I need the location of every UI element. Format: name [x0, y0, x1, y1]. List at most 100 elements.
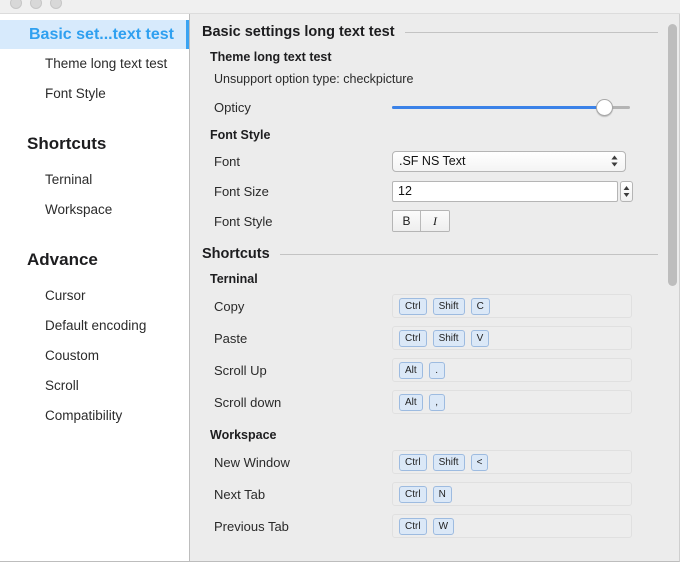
sidebar-item-basic-settings[interactable]: Basic set...text test	[0, 20, 189, 49]
shortcut-recorder[interactable]: Alt ,	[392, 390, 632, 414]
row-font-size: Font Size 12	[202, 180, 658, 202]
key-badge: ,	[428, 393, 445, 411]
sidebar-item-label: Workspace	[45, 202, 113, 217]
settings-content: Basic settings long text test Theme long…	[190, 14, 680, 562]
font-size-input[interactable]: 12	[392, 180, 618, 202]
window-titlebar	[0, 0, 680, 14]
key-badge: Ctrl	[399, 517, 427, 535]
opacity-label: Opticy	[214, 99, 251, 115]
sidebar-item-scroll[interactable]: Scroll	[0, 371, 189, 401]
slider-thumb[interactable]	[595, 98, 613, 116]
key-badge: Alt	[399, 393, 423, 411]
sidebar-item-cursor[interactable]: Cursor	[0, 281, 189, 311]
key-badge: Ctrl	[399, 329, 427, 347]
row-opacity: Opticy	[202, 96, 658, 118]
key-badge: V	[470, 329, 490, 347]
shortcuts-title: Shortcuts	[202, 246, 270, 262]
key-badge: <	[470, 453, 489, 471]
sidebar-item-terninal[interactable]: Terninal	[0, 165, 189, 195]
window-controls	[10, 0, 62, 9]
sidebar-item-label: Terninal	[45, 172, 93, 187]
preferences-window: Basic set...text test Theme long text te…	[0, 0, 680, 562]
slider-fill	[392, 105, 604, 109]
chevron-updown-icon	[610, 155, 619, 168]
font-style-label: Font Style	[214, 213, 273, 229]
scrollbar-thumb[interactable]	[668, 24, 677, 286]
shortcut-label: Previous Tab	[214, 518, 289, 534]
font-style-segmented-control[interactable]: B I	[392, 210, 450, 232]
font-size-stepper[interactable]	[620, 180, 633, 202]
shortcut-label: Next Tab	[214, 486, 266, 502]
sidebar-item-label: Coustom	[45, 348, 100, 363]
sidebar-item-label: Default encoding	[45, 318, 147, 333]
shortcut-label: Scroll Up	[214, 362, 267, 378]
row-shortcut-scroll-down: Scroll down Alt ,	[202, 390, 658, 414]
sidebar-item-label: Font Style	[45, 86, 106, 101]
key-badge: W	[432, 517, 455, 535]
sidebar-item-theme[interactable]: Theme long text test	[0, 49, 189, 79]
font-size-label: Font Size	[214, 183, 269, 199]
sidebar-item-default-encoding[interactable]: Default encoding	[0, 311, 189, 341]
row-shortcut-copy: Copy Ctrl Shift C	[202, 294, 658, 318]
font-size-control: 12	[392, 180, 633, 202]
sidebar-item-label: Cursor	[45, 288, 86, 303]
key-badge: Shift	[432, 453, 465, 471]
key-badge: Ctrl	[399, 453, 427, 471]
section-header-basic-settings: Basic settings long text test	[202, 24, 658, 40]
row-shortcut-new-window: New Window Ctrl Shift <	[202, 450, 658, 474]
italic-toggle[interactable]: I	[421, 211, 449, 231]
subsection-theme-title: Theme long text test	[210, 50, 332, 64]
sidebar-item-workspace[interactable]: Workspace	[0, 195, 189, 225]
sidebar-item-coustom[interactable]: Coustom	[0, 341, 189, 371]
shortcut-recorder[interactable]: Ctrl N	[392, 482, 632, 506]
sidebar-item-label: Compatibility	[45, 408, 123, 423]
section-header-shortcuts: Shortcuts	[202, 246, 658, 262]
sidebar-item-label: Scroll	[45, 378, 79, 393]
shortcut-label: Copy	[214, 298, 245, 314]
unsupported-option-note: Unsupport option type: checkpicture	[214, 72, 414, 86]
shortcut-label: Scroll down	[214, 394, 282, 410]
row-shortcut-next-tab: Next Tab Ctrl N	[202, 482, 658, 506]
shortcut-recorder[interactable]: Ctrl Shift <	[392, 450, 632, 474]
font-select-value: .SF NS Text	[399, 154, 466, 168]
minimize-button[interactable]	[30, 0, 42, 9]
key-badge: Ctrl	[399, 485, 427, 503]
shortcut-label: New Window	[214, 454, 290, 470]
row-font: Font .SF NS Text	[202, 150, 658, 172]
key-badge: .	[428, 361, 445, 379]
section-divider	[404, 31, 658, 33]
subsection-workspace-title: Workspace	[210, 428, 277, 442]
row-shortcut-previous-tab: Previous Tab Ctrl W	[202, 514, 658, 538]
font-select[interactable]: .SF NS Text	[392, 150, 626, 172]
sidebar-item-label: Basic set...text test	[29, 26, 174, 43]
sidebar-item-font-style[interactable]: Font Style	[0, 79, 189, 109]
page-title: Basic settings long text test	[202, 24, 395, 40]
key-badge: N	[432, 485, 452, 503]
section-divider	[279, 253, 658, 255]
settings-content-pane: Basic settings long text test Theme long…	[190, 14, 680, 562]
key-badge: Alt	[399, 361, 423, 379]
shortcut-recorder[interactable]: Ctrl Shift V	[392, 326, 632, 350]
settings-sidebar[interactable]: Basic set...text test Theme long text te…	[0, 14, 190, 562]
sidebar-item-compatibility[interactable]: Compatibility	[0, 401, 189, 431]
font-label: Font	[214, 153, 241, 169]
shortcut-recorder[interactable]: Ctrl Shift C	[392, 294, 632, 318]
shortcut-recorder[interactable]: Ctrl W	[392, 514, 632, 538]
key-badge: C	[470, 297, 490, 315]
sidebar-group-shortcuts: Shortcuts	[27, 134, 107, 153]
font-size-value: 12	[398, 184, 412, 198]
shortcut-recorder[interactable]: Alt .	[392, 358, 632, 382]
zoom-button[interactable]	[50, 0, 62, 9]
window-body: Basic set...text test Theme long text te…	[0, 14, 680, 562]
row-shortcut-paste: Paste Ctrl Shift V	[202, 326, 658, 350]
close-button[interactable]	[10, 0, 22, 9]
sidebar-group-advance: Advance	[27, 250, 98, 269]
vertical-scrollbar[interactable]	[668, 14, 677, 562]
opacity-slider[interactable]	[392, 98, 630, 116]
shortcut-label: Paste	[214, 330, 248, 346]
key-badge: Ctrl	[399, 297, 427, 315]
bold-toggle[interactable]: B	[393, 211, 421, 231]
key-badge: Shift	[432, 329, 465, 347]
key-badge: Shift	[432, 297, 465, 315]
row-font-weight-style: Font Style B I	[202, 210, 658, 232]
